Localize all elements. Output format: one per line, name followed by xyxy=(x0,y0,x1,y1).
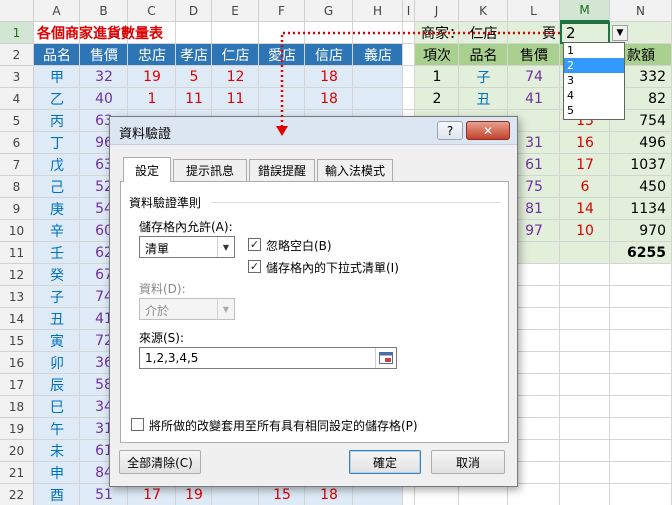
annotation-arrow xyxy=(276,31,560,136)
tab-settings[interactable]: 設定 xyxy=(123,157,171,182)
